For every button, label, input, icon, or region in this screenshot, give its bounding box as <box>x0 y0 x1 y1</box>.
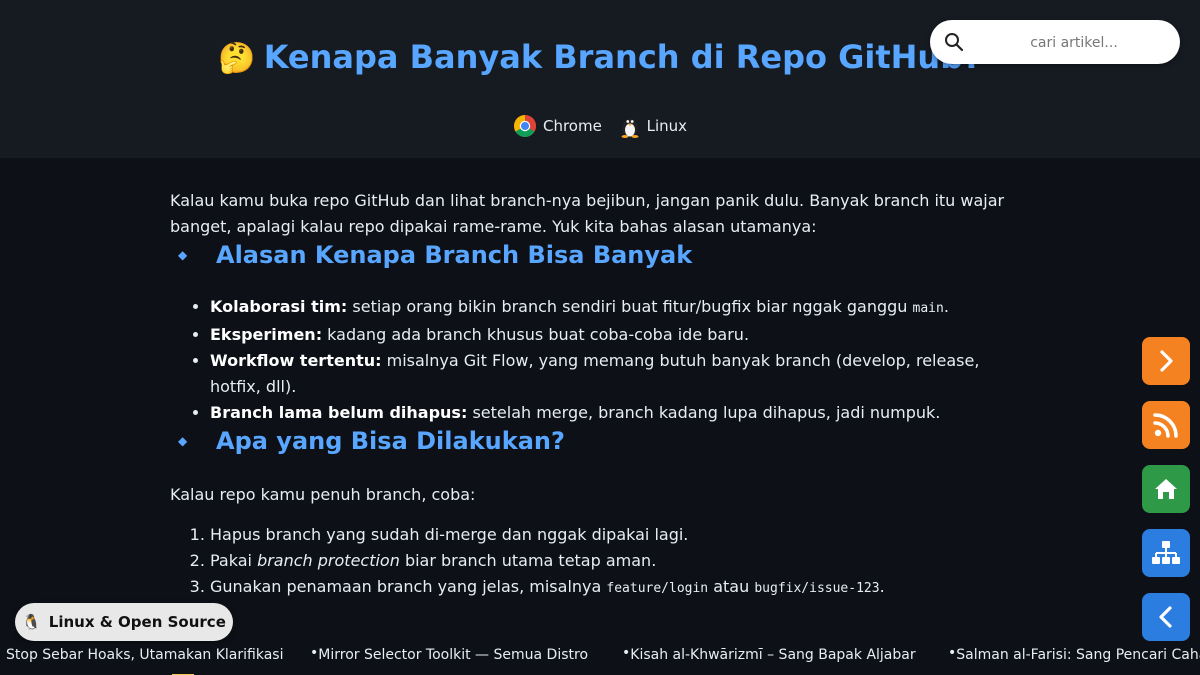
list-item-text: Gunakan penamaan branch yang jelas, misa… <box>210 577 607 596</box>
search-box <box>930 20 1180 64</box>
section-intro: Kalau repo kamu penuh branch, coba: <box>170 485 476 504</box>
list-item-text: kadang ada branch khusus buat coba-coba … <box>322 325 750 344</box>
article-intro: Kalau kamu buka repo GitHub dan lihat br… <box>170 191 1005 236</box>
ticker-item[interactable]: • Kisah al-Khwārizmī – Sang Bapak Aljaba… <box>622 645 916 663</box>
search-icon[interactable] <box>944 32 964 52</box>
list-item-label: Workflow tertentu: <box>210 351 382 370</box>
next-section-heading-partial <box>170 665 470 675</box>
category-badge[interactable]: 🐧 Linux & Open Source <box>15 603 233 641</box>
home-button[interactable] <box>1142 465 1190 513</box>
thinking-emoji-icon: 🤔 <box>218 41 256 76</box>
list-item: Workflow tertentu: misalnya Git Flow, ya… <box>210 348 1010 400</box>
article-content: Kalau kamu buka repo GitHub dan lihat br… <box>170 188 1010 602</box>
ticker-item-text: Salman al-Farisi: Sang Pencari Cahaya <box>956 647 1200 663</box>
list-item-label: Branch lama belum dihapus: <box>210 403 468 422</box>
next-heading-clipped-shape <box>172 674 194 675</box>
rss-icon <box>1153 413 1178 438</box>
search-input[interactable] <box>974 28 1174 58</box>
emphasis-text: branch protection <box>257 551 400 570</box>
list-item-text: setelah merge, branch kadang lupa dihapu… <box>467 403 941 422</box>
ticker-item-text: Kisah al-Khwārizmī – Sang Bapak Aljabar <box>630 647 916 663</box>
list-item-text: Hapus branch yang sudah di-merge dan ngg… <box>210 525 689 544</box>
platform-linux-label: Linux <box>646 117 688 135</box>
list-item: Kolaborasi tim: setiap orang bikin branc… <box>210 294 1010 322</box>
section-heading-text: Alasan Kenapa Branch Bisa Banyak <box>216 241 693 269</box>
list-item-text: biar branch utama tetap aman. <box>399 551 657 570</box>
platform-chrome[interactable]: Chrome <box>513 114 602 138</box>
reasons-list: Kolaborasi tim: setiap orang bikin branc… <box>170 294 1010 426</box>
section-heading-actions: ◆ Apa yang Bisa Dilakukan? <box>170 426 1010 456</box>
rss-button[interactable] <box>1142 401 1190 449</box>
tux-icon <box>621 119 639 138</box>
ticker-item-text: Mirror Selector Toolkit — Semua Distro <box>318 647 589 663</box>
list-item-tail: . <box>943 297 949 316</box>
list-item: Pakai branch protection biar branch utam… <box>210 548 1010 574</box>
platform-list: Chrome Linux <box>0 114 1200 142</box>
diamond-icon: ◆ <box>178 248 188 262</box>
section-heading-text: Apa yang Bisa Dilakukan? <box>216 427 565 455</box>
penguin-icon: 🐧 <box>22 613 41 631</box>
ticker-item-text: Stop Sebar Hoaks, Utamakan Klarifikasi <box>6 647 284 663</box>
list-item: Gunakan penamaan branch yang jelas, misa… <box>210 574 1010 602</box>
inline-code: bugfix/issue-123 <box>754 581 880 596</box>
chevron-right-icon <box>1160 350 1173 372</box>
list-item: Branch lama belum dihapus: setelah merge… <box>210 400 1010 426</box>
list-item-tail: . <box>879 577 885 596</box>
list-item-text: atau <box>708 577 755 596</box>
section-heading-reasons: ◆ Alasan Kenapa Branch Bisa Banyak <box>170 240 1010 270</box>
home-icon <box>1155 479 1177 499</box>
list-item: Eksperimen: kadang ada branch khusus bua… <box>210 322 1010 348</box>
ticker-item[interactable]: • Salman al-Farisi: Sang Pencari Cahaya <box>948 645 1200 663</box>
next-button[interactable] <box>1142 337 1190 385</box>
category-badge-label: Linux & Open Source <box>48 613 226 631</box>
news-ticker: Stop Sebar Hoaks, Utamakan Klarifikasi •… <box>0 643 1200 665</box>
sitemap-icon <box>1152 541 1180 564</box>
diamond-icon: ◆ <box>178 434 188 448</box>
list-item-label: Kolaborasi tim: <box>210 297 348 316</box>
back-button[interactable] <box>1142 593 1190 641</box>
list-item-label: Eksperimen: <box>210 325 323 344</box>
actions-list: Hapus branch yang sudah di-merge dan ngg… <box>170 522 1010 602</box>
ticker-item[interactable]: • Mirror Selector Toolkit — Semua Distro <box>310 645 588 663</box>
platform-linux[interactable]: Linux <box>619 114 687 138</box>
list-item: Hapus branch yang sudah di-merge dan ngg… <box>210 522 1010 548</box>
list-item-text: setiap orang bikin branch sendiri buat f… <box>347 297 913 316</box>
chevron-left-icon <box>1159 606 1172 628</box>
sitemap-button[interactable] <box>1142 529 1190 577</box>
list-item-text: Pakai <box>210 551 258 570</box>
platform-chrome-label: Chrome <box>542 117 602 135</box>
chrome-icon <box>513 115 536 137</box>
page-title-text: Kenapa Banyak Branch di Repo GitHub? <box>263 38 982 76</box>
inline-code: feature/login <box>606 581 709 596</box>
inline-code: main <box>912 301 944 316</box>
